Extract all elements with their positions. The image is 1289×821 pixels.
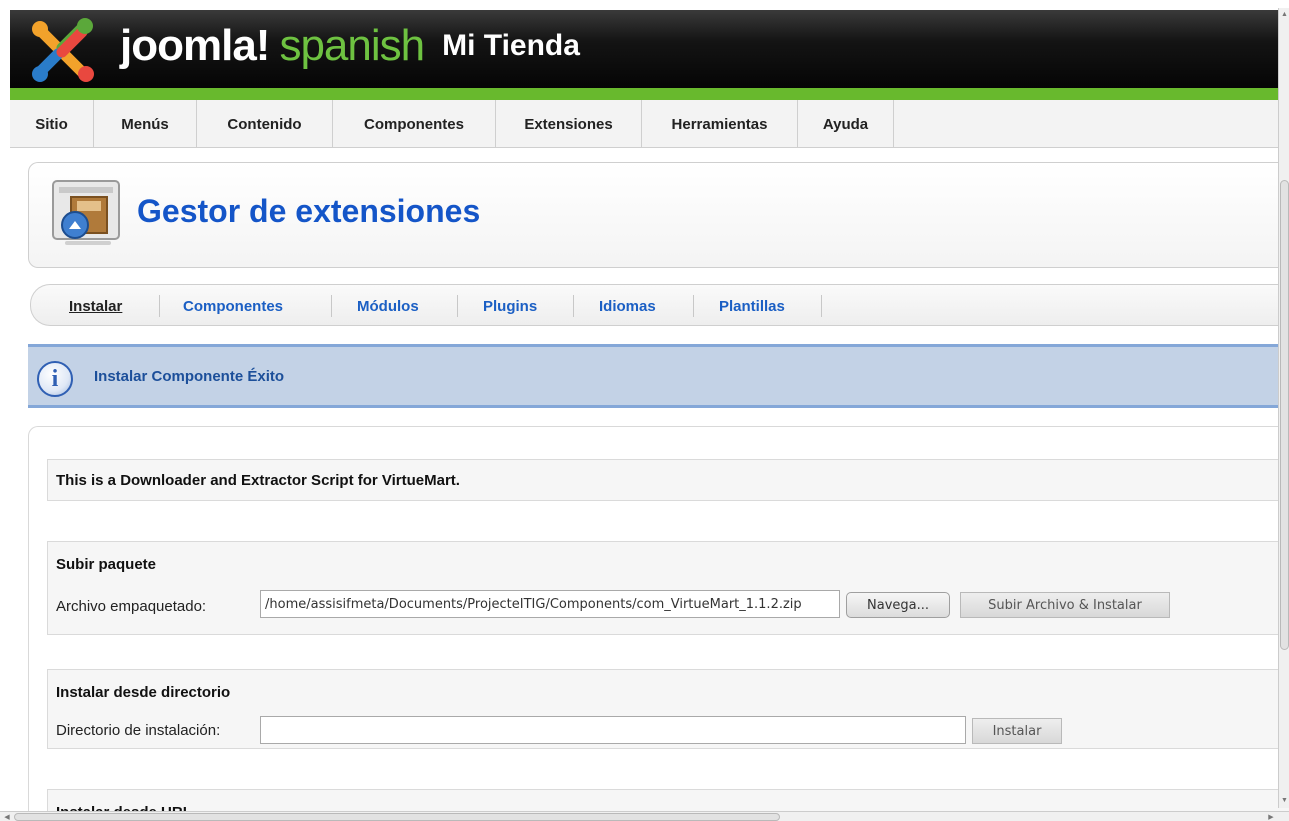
tab-separator — [693, 295, 694, 317]
accent-bar — [10, 88, 1278, 100]
menu-item-sitio[interactable]: Sitio — [10, 100, 94, 148]
system-message: i Instalar Componente Éxito — [28, 344, 1289, 408]
scroll-left-icon[interactable]: ◀ — [2, 812, 12, 821]
menu-item-extensiones[interactable]: Extensiones — [496, 100, 642, 148]
tab-separator — [159, 295, 160, 317]
main-menu: Sitio Menús Contenido Componentes Extens… — [10, 100, 1278, 148]
brand-main: joomla! — [120, 21, 270, 70]
upload-install-button[interactable]: Subir Archivo & Instalar — [960, 592, 1170, 618]
tab-separator — [331, 295, 332, 317]
message-text: Instalar Componente Éxito — [94, 367, 285, 385]
extension-manager-icon — [52, 180, 120, 245]
vertical-scroll-thumb[interactable] — [1280, 180, 1289, 650]
scroll-right-icon[interactable]: ▶ — [1266, 812, 1276, 821]
menu-item-menus[interactable]: Menús — [94, 100, 197, 148]
directory-section: Instalar desde directorio Directorio de … — [47, 669, 1289, 749]
horizontal-scrollbar[interactable]: ◀ ▶ — [0, 811, 1289, 821]
joomla-logo-icon — [32, 18, 94, 82]
menu-item-componentes[interactable]: Componentes — [333, 100, 496, 148]
tab-plugins[interactable]: Plugins — [483, 285, 537, 327]
page-header: Gestor de extensiones — [28, 162, 1288, 268]
horizontal-scroll-thumb[interactable] — [14, 813, 780, 821]
menu-item-contenido[interactable]: Contenido — [197, 100, 333, 148]
scroll-up-icon[interactable]: ▲ — [1280, 10, 1289, 18]
tab-instalar[interactable]: Instalar — [69, 285, 122, 327]
directory-label: Directorio de instalación: — [56, 722, 221, 739]
upload-label: Archivo empaquetado: — [56, 598, 207, 615]
install-directory-input[interactable] — [260, 716, 966, 744]
install-panel: This is a Downloader and Extractor Scrip… — [28, 426, 1289, 816]
top-header: joomla! spanish Mi Tienda — [10, 10, 1278, 88]
script-note-box: This is a Downloader and Extractor Scrip… — [47, 459, 1289, 501]
tab-modulos[interactable]: Módulos — [357, 285, 419, 327]
browse-button[interactable]: Navega... — [846, 592, 950, 618]
package-file-input[interactable] — [260, 590, 840, 618]
scroll-down-icon[interactable]: ▼ — [1280, 796, 1289, 804]
install-directory-button[interactable]: Instalar — [972, 718, 1062, 744]
brand-sub: spanish — [279, 21, 425, 70]
info-icon: i — [37, 361, 73, 397]
script-note: This is a Downloader and Extractor Scrip… — [56, 472, 460, 489]
upload-section: Subir paquete Archivo empaquetado: Naveg… — [47, 541, 1289, 635]
tab-idiomas[interactable]: Idiomas — [599, 285, 656, 327]
page-title: Gestor de extensiones — [137, 193, 481, 229]
tab-separator — [821, 295, 822, 317]
tab-plantillas[interactable]: Plantillas — [719, 285, 785, 327]
extension-tabs: Instalar Componentes Módulos Plugins Idi… — [30, 284, 1288, 326]
site-name: Mi Tienda — [442, 29, 580, 62]
menu-item-ayuda[interactable]: Ayuda — [798, 100, 894, 148]
brand: joomla! spanish Mi Tienda — [120, 16, 580, 76]
menu-item-herramientas[interactable]: Herramientas — [642, 100, 798, 148]
tab-componentes[interactable]: Componentes — [183, 285, 283, 327]
tab-separator — [457, 295, 458, 317]
upload-title: Subir paquete — [56, 556, 157, 573]
tab-separator — [573, 295, 574, 317]
vertical-scrollbar[interactable]: ▲ ▼ — [1278, 8, 1289, 808]
directory-title: Instalar desde directorio — [56, 684, 231, 701]
